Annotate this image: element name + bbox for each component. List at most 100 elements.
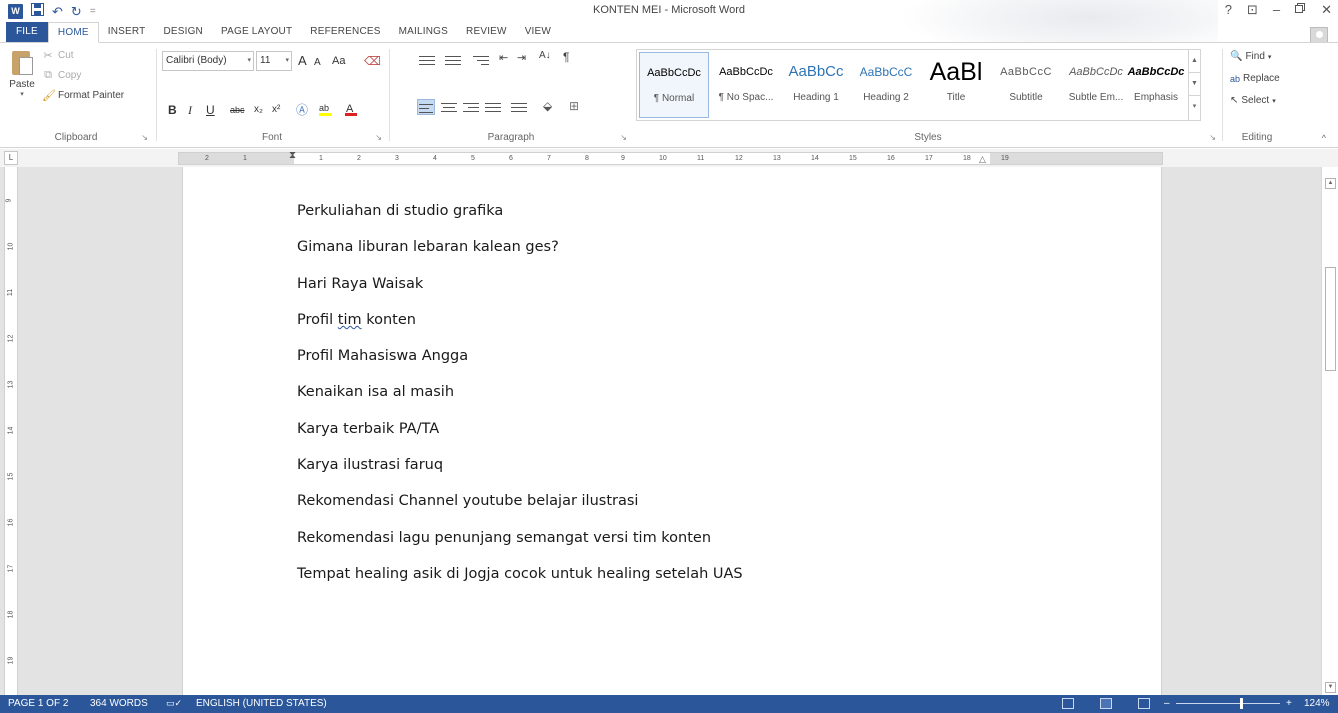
document-line[interactable]: Gimana liburan lebaran kalean ges? [297,238,743,274]
document-line[interactable]: Karya terbaik PA/TA [297,420,743,456]
ruler-number: 7 [547,155,551,162]
italic-button[interactable]: I [188,101,192,119]
scroll-up-icon[interactable]: ▲ [1325,178,1336,189]
zoom-slider-thumb[interactable] [1240,698,1243,709]
clear-formatting-icon[interactable]: ⌫ [364,52,381,70]
clipboard-dialog-launcher-icon[interactable]: ↘ [141,133,148,142]
tab-references[interactable]: REFERENCES [301,22,389,42]
paste-dropdown-icon[interactable]: ▾ [4,90,40,98]
bold-button[interactable]: B [168,101,177,119]
document-line[interactable]: Rekomendasi Channel youtube belajar ilus… [297,492,743,528]
underline-button[interactable]: U [206,101,215,119]
restore-button[interactable] [1295,2,1306,18]
document-workspace: 9 10 11 12 13 14 15 16 17 18 19 Perkulia… [0,167,1338,695]
tab-page-layout[interactable]: PAGE LAYOUT [212,22,301,42]
proofing-icon[interactable]: ▭✓ [166,698,182,709]
zoom-out-button[interactable]: – [1164,698,1170,709]
paste-button[interactable]: Paste ▾ [4,47,40,98]
page-count[interactable]: PAGE 1 OF 2 [8,698,68,709]
align-right-button[interactable] [463,100,479,114]
multilevel-list-icon[interactable] [473,53,489,67]
scrollbar-thumb[interactable] [1325,267,1336,371]
bullets-icon[interactable] [419,53,435,67]
document-page[interactable]: Perkuliahan di studio grafika Gimana lib… [182,167,1162,695]
document-line[interactable]: Kenaikan isa al masih [297,383,743,419]
tab-file[interactable]: FILE [6,22,48,42]
show-formatting-marks-button[interactable]: ¶ [563,50,579,64]
copy-icon: ⧉ [44,69,52,81]
minimize-button[interactable]: – [1273,2,1280,18]
print-layout-icon[interactable] [1100,698,1112,709]
document-line[interactable]: Perkuliahan di studio grafika [297,202,743,238]
superscript-button[interactable]: x² [272,101,280,119]
document-line[interactable]: Karya ilustrasi faruq [297,456,743,492]
read-mode-icon[interactable] [1062,698,1074,709]
shading-icon[interactable]: ⬙ [543,99,559,113]
scroll-down-icon[interactable]: ▼ [1325,682,1336,693]
tab-home[interactable]: HOME [47,22,99,43]
spelling-error-word[interactable]: tim [338,312,362,328]
zoom-slider[interactable] [1176,703,1280,704]
tab-insert[interactable]: INSERT [99,22,155,42]
indent-marker-icon[interactable]: ⧗ [289,150,296,161]
right-indent-marker-icon[interactable]: △ [979,154,986,165]
document-line[interactable]: Tempat healing asik di Jogja cocok untuk… [297,565,743,601]
ruler-number: 19 [7,656,15,665]
copy-button[interactable]: ⧉ Copy [42,69,81,82]
align-left-button[interactable] [417,99,435,115]
tab-review[interactable]: REVIEW [457,22,516,42]
align-center-button[interactable] [441,100,457,114]
borders-icon[interactable]: ⊞ [569,99,585,113]
format-painter-button[interactable]: 🖌 Format Painter [42,89,124,102]
vertical-scrollbar[interactable]: ▲ ▼ [1321,167,1338,695]
zoom-in-button[interactable]: + [1286,698,1292,709]
divider [389,49,390,141]
tab-view[interactable]: VIEW [516,22,560,42]
styles-dialog-launcher-icon[interactable]: ↘ [1209,133,1216,142]
highlight-color-icon[interactable]: ab [318,101,334,119]
horizontal-ruler[interactable]: 2 1 1 2 3 4 5 6 7 8 9 10 11 12 13 14 15 … [178,150,1163,165]
document-line[interactable]: Hari Raya Waisak [297,275,743,311]
document-line[interactable]: Profil Mahasiswa Angga [297,347,743,383]
sort-button[interactable]: A↓ [539,50,555,64]
line-spacing-icon[interactable] [511,100,527,114]
increase-indent-icon[interactable]: ⇥ [517,51,533,65]
text-effects-icon[interactable]: Ⓐ [296,101,308,119]
tab-design[interactable]: DESIGN [154,22,212,42]
font-color-icon[interactable]: A [344,101,358,119]
strikethrough-button[interactable]: abc [230,101,245,119]
document-line[interactable]: Rekomendasi lagu penunjang semangat vers… [297,529,743,565]
ruler-number: 10 [659,155,667,162]
help-button[interactable]: ? [1225,2,1232,18]
document-body[interactable]: Perkuliahan di studio grafika Gimana lib… [297,202,743,601]
copy-label: Copy [58,70,82,81]
font-size-value: 11 [260,55,271,66]
close-button[interactable]: ✕ [1321,2,1332,18]
font-size-select[interactable]: 11 ▾ [256,51,292,71]
web-layout-icon[interactable] [1138,698,1150,709]
vertical-ruler[interactable]: 9 10 11 12 13 14 15 16 17 18 19 [4,167,18,695]
numbering-icon[interactable] [445,53,461,67]
zoom-level[interactable]: 124% [1304,698,1330,709]
word-count[interactable]: 364 WORDS [90,698,148,709]
ribbon-display-options-button[interactable]: ⊡ [1247,2,1258,18]
subscript-button[interactable]: x₂ [254,101,263,119]
font-dialog-launcher-icon[interactable]: ↘ [375,133,382,142]
change-case-button[interactable]: Aa [332,52,345,70]
clipboard-group: Paste ▾ ✂ Cut ⧉ Copy 🖌 Format Painter Clipb… [0,43,152,147]
tab-selector-button[interactable]: L [4,151,18,165]
decrease-indent-icon[interactable]: ⇤ [499,51,515,65]
paragraph-dialog-launcher-icon[interactable]: ↘ [620,133,627,142]
font-family-select[interactable]: Calibri (Body) ▾ [162,51,254,71]
language-indicator[interactable]: ENGLISH (UNITED STATES) [196,698,327,709]
shrink-font-button[interactable]: A [314,54,321,72]
svg-text:ab: ab [319,103,329,113]
justify-button[interactable] [485,100,501,114]
document-line[interactable]: Profil tim konten [297,311,743,347]
grow-font-button[interactable]: A [298,52,307,70]
window-title: KONTEN MEI - Microsoft Word [593,4,745,16]
tab-mailings[interactable]: MAILINGS [390,22,457,42]
cut-button[interactable]: ✂ Cut [42,49,73,62]
collapse-ribbon-icon[interactable]: ^ [1322,133,1326,143]
styles-group-label: Styles [914,132,942,143]
